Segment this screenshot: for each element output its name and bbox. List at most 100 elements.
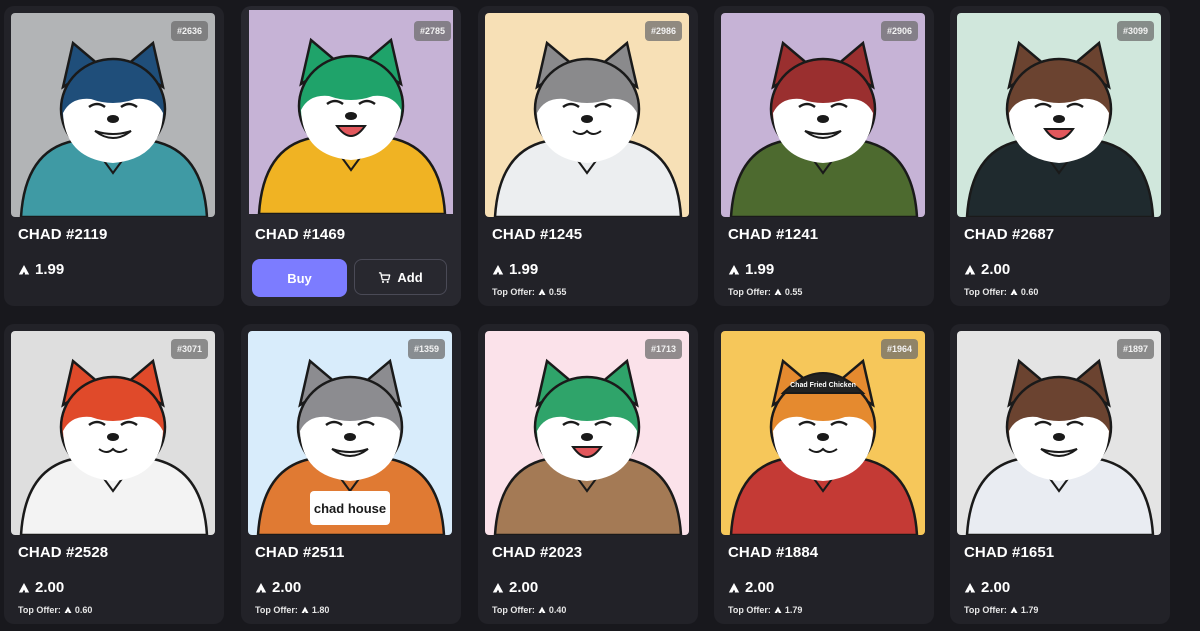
price-value: 1.99 [745,261,775,278]
nft-image[interactable]: #1897 [957,331,1161,535]
nft-image[interactable]: #1713 [485,331,689,535]
buy-button[interactable]: Buy [252,259,347,297]
rank-badge: #2986 [644,21,682,41]
nft-name: CHAD #1241 [728,226,819,243]
nft-image[interactable]: #2986 [485,13,689,217]
nft-card[interactable]: #2906 CHAD #1241 1.99 Top Offer: 0.55 [714,6,934,306]
rank-badge: #1964 [880,339,918,359]
avalanche-icon [18,264,30,274]
top-offer-label: Top Offer: [18,605,61,615]
rank-badge: #1359 [407,339,445,359]
price-value: 1.99 [35,261,65,278]
add-to-cart-button[interactable]: Add [354,259,447,295]
nft-artwork [485,331,689,535]
avalanche-icon [1010,288,1018,295]
price-value: 2.00 [509,579,539,596]
nft-price: 2.00 [18,579,64,596]
top-offer-value: 1.79 [1020,605,1039,615]
avalanche-icon [538,288,546,295]
top-offer-label: Top Offer: [255,605,298,615]
avalanche-icon [1010,606,1018,613]
top-offer-value: 0.55 [548,287,567,297]
nft-artwork [11,331,215,535]
cart-icon [379,271,391,283]
nft-card[interactable]: #3099 CHAD #2687 2.00 Top Offer: 0.60 [950,6,1170,306]
nft-price: 1.99 [728,261,774,278]
add-label: Add [397,269,423,285]
top-offer-label: Top Offer: [492,605,535,615]
nft-artwork [957,13,1161,217]
top-offer: Top Offer: 0.60 [964,287,1038,297]
nft-image[interactable]: chad house #1359 [248,331,452,535]
nft-card[interactable]: #1713 CHAD #2023 2.00 Top Offer: 0.40 [478,324,698,624]
nft-name: CHAD #2511 [255,544,345,561]
nft-price: 2.00 [492,579,538,596]
nft-price: 2.00 [255,579,301,596]
nft-name: CHAD #1245 [492,226,583,243]
nft-card[interactable]: Chad Fried Chicken #1964 CHAD #1884 2.00 Top… [714,324,934,624]
rank-badge: #1897 [1116,339,1154,359]
nft-name: CHAD #2119 [18,226,108,243]
nft-artwork [721,13,925,217]
nft-card[interactable]: #2986 CHAD #1245 1.99 Top Offer: 0.55 [478,6,698,306]
top-offer: Top Offer: 1.79 [728,605,802,615]
nft-price: 2.00 [964,579,1010,596]
rank-badge: #3071 [170,339,208,359]
nft-artwork [11,13,215,217]
top-offer: Top Offer: 0.40 [492,605,566,615]
top-offer-label: Top Offer: [728,605,771,615]
top-offer-label: Top Offer: [492,287,535,297]
top-offer-value: 0.55 [784,287,803,297]
avalanche-icon [255,582,267,592]
nft-card[interactable]: #2785 CHAD #1469 Buy Add [241,6,461,306]
nft-image[interactable]: #2636 [11,13,215,217]
avalanche-icon [64,606,72,613]
nft-artwork: chad house [248,331,452,535]
nft-price: 1.99 [492,261,538,278]
avalanche-icon [774,288,782,295]
shirt-text: chad house [314,501,386,516]
top-offer-value: 1.79 [784,605,803,615]
top-offer-label: Top Offer: [964,287,1007,297]
rank-badge: #1713 [644,339,682,359]
top-offer: Top Offer: 1.80 [255,605,329,615]
price-value: 2.00 [272,579,302,596]
top-offer-label: Top Offer: [964,605,1007,615]
nft-name: CHAD #1469 [255,226,346,243]
hat-text: Chad Fried Chicken [790,382,856,389]
avalanche-icon [964,264,976,274]
top-offer-value: 0.40 [548,605,567,615]
nft-price: 1.99 [18,261,64,278]
nft-image[interactable]: #2785 [241,6,461,218]
nft-card[interactable]: #1897 CHAD #1651 2.00 Top Offer: 1.79 [950,324,1170,624]
avalanche-icon [728,582,740,592]
nft-image[interactable]: Chad Fried Chicken #1964 [721,331,925,535]
nft-name: CHAD #2023 [492,544,583,561]
top-offer-value: 0.60 [74,605,93,615]
top-offer-label: Top Offer: [728,287,771,297]
price-value: 2.00 [35,579,65,596]
nft-name: CHAD #1651 [964,544,1055,561]
avalanche-icon [728,264,740,274]
top-offer: Top Offer: 0.55 [728,287,802,297]
nft-image[interactable]: #3071 [11,331,215,535]
top-offer-value: 1.80 [311,605,330,615]
nft-image[interactable]: #3099 [957,13,1161,217]
price-value: 2.00 [981,261,1011,278]
nft-image[interactable]: #2906 [721,13,925,217]
rank-badge: #2906 [880,21,918,41]
rank-badge: #3099 [1116,21,1154,41]
avalanche-icon [492,582,504,592]
avalanche-icon [18,582,30,592]
top-offer: Top Offer: 0.60 [18,605,92,615]
nft-card[interactable]: #3071 CHAD #2528 2.00 Top Offer: 0.60 [4,324,224,624]
nft-price: 2.00 [964,261,1010,278]
nft-artwork [485,13,689,217]
nft-price: 2.00 [728,579,774,596]
nft-artwork [957,331,1161,535]
top-offer: Top Offer: 1.79 [964,605,1038,615]
nft-card[interactable]: #2636 CHAD #2119 1.99 [4,6,224,306]
price-value: 2.00 [745,579,775,596]
rank-badge: #2636 [170,21,208,41]
nft-card[interactable]: chad house #1359 CHAD #2511 2.00 Top Offer: 1… [241,324,461,624]
